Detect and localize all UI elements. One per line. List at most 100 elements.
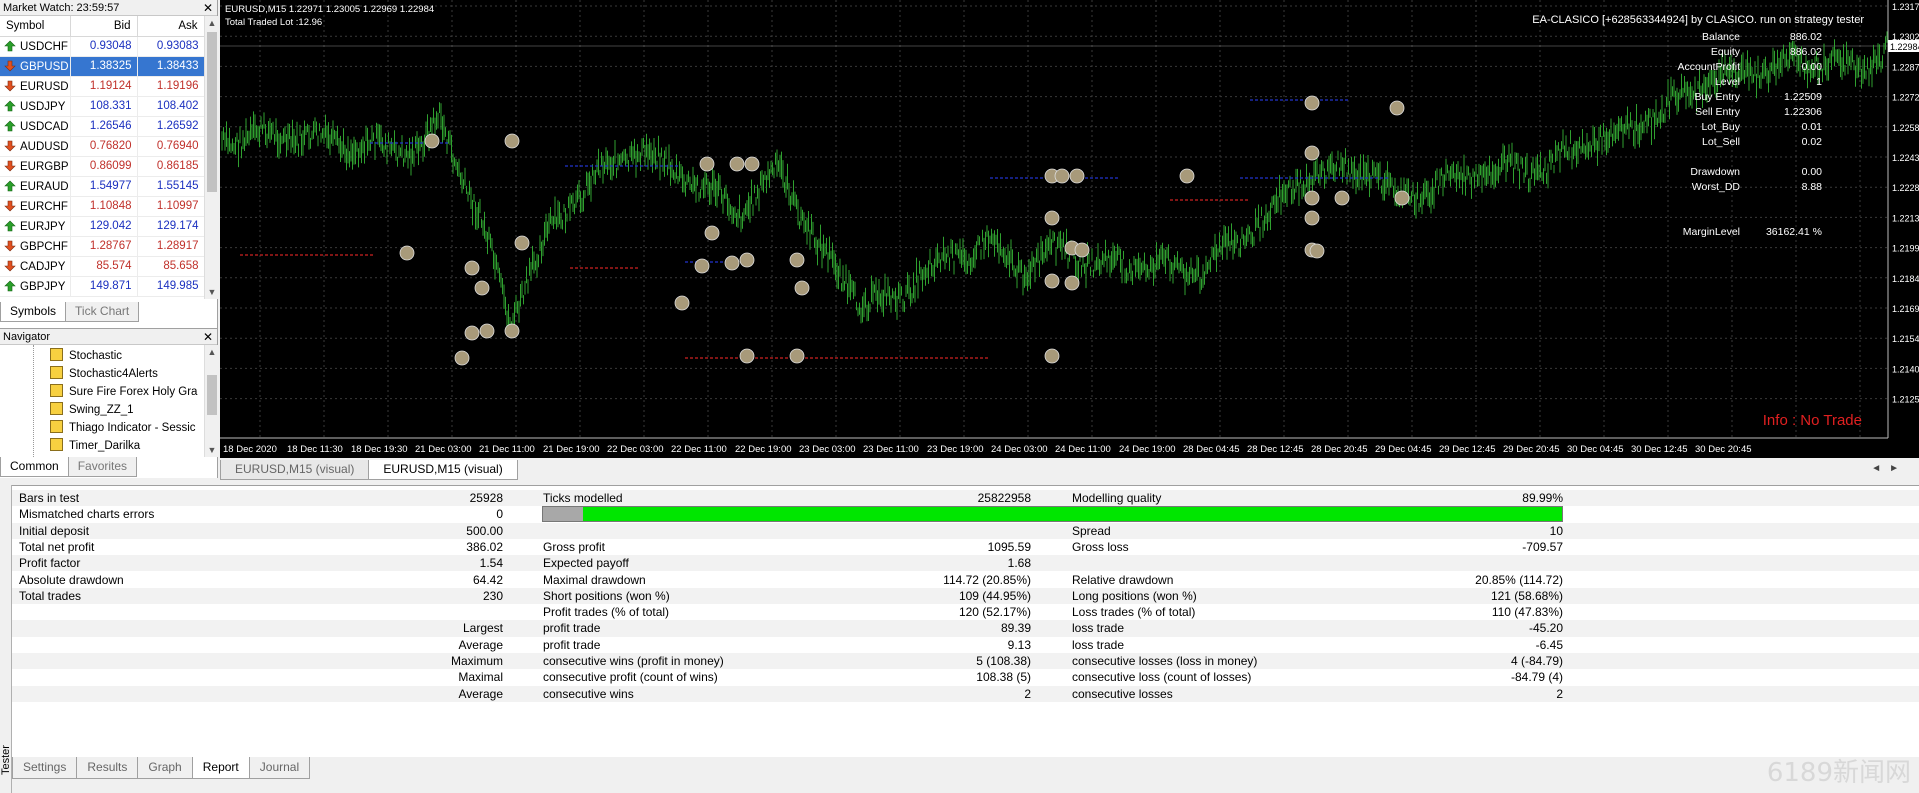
table-row[interactable]: USDCAD 1.26546 1.26592 [0, 116, 205, 137]
navigator-item[interactable]: Timer_Darilka [50, 437, 140, 455]
trade-marker-icon [1304, 95, 1320, 111]
bid-cell: 1.19124 [70, 76, 138, 97]
arrow-up-icon [4, 180, 16, 191]
symbol-cell[interactable]: EURAUD [0, 176, 71, 197]
bid-cell: 1.10848 [70, 196, 138, 217]
trade-marker-icon [1304, 145, 1320, 161]
report-cell: Gross profit [543, 539, 606, 554]
report-cell: consecutive losses [1072, 686, 1173, 701]
symbol-cell[interactable]: CADJPY [0, 256, 71, 277]
tab-settings[interactable]: Settings [12, 757, 78, 779]
info-label: AccountProfit [1678, 61, 1741, 73]
info-value: 886.02 [1790, 31, 1822, 43]
column-header-symbol[interactable]: Symbol [0, 16, 71, 37]
symbol-cell[interactable]: GBPCHF [0, 236, 71, 257]
table-row[interactable]: GBPJPY 149.871 149.985 [0, 276, 205, 297]
tab-journal[interactable]: Journal [248, 757, 311, 779]
report-row: Average consecutive wins 2 consecutive loss… [12, 685, 1919, 702]
symbol-cell[interactable]: USDJPY [0, 96, 71, 117]
navigator-item-label: Stochastic [69, 350, 123, 362]
column-header-ask[interactable]: Ask [137, 16, 205, 37]
report-cell: Total trades [19, 588, 82, 603]
table-row[interactable]: USDCHF 0.93048 0.93083 [0, 36, 205, 57]
symbol-cell[interactable]: AUDUSD [0, 136, 71, 157]
tab-graph[interactable]: Graph [137, 757, 193, 779]
scroll-up-icon[interactable]: ▲ [205, 345, 219, 359]
tab-scroll-arrows[interactable]: ◄► [1871, 463, 1907, 474]
navigator-item[interactable]: Stochastic [50, 347, 122, 365]
table-row[interactable]: AUDUSD 0.76820 0.76940 [0, 136, 205, 157]
arrow-left-icon[interactable]: ◄ [1871, 463, 1889, 474]
tab-symbols[interactable]: Symbols [0, 302, 67, 322]
symbol-cell[interactable]: EURGBP [0, 156, 71, 177]
trade-marker-icon [1389, 100, 1405, 116]
report-cell: 230 [482, 588, 503, 603]
trade-marker-icon [504, 323, 520, 339]
market-watch-scrollbar[interactable]: ▲ ▼ [204, 16, 218, 299]
scroll-down-icon[interactable]: ▼ [205, 443, 219, 457]
table-row[interactable]: GBPCHF 1.28767 1.28917 [0, 236, 205, 257]
table-row[interactable]: EURGBP 0.86099 0.86185 [0, 156, 205, 177]
tab-common[interactable]: Common [0, 457, 69, 477]
table-row[interactable]: EURJPY 129.042 129.174 [0, 216, 205, 237]
symbol-name: EURGBP [20, 160, 69, 173]
scrollbar-thumb[interactable] [207, 375, 217, 415]
tab-results[interactable]: Results [76, 757, 139, 779]
symbol-cell[interactable]: GBPUSD [0, 56, 71, 77]
trade-marker-icon [1074, 242, 1090, 258]
navigator-item[interactable]: Stochastic4Alerts [50, 365, 158, 383]
table-row[interactable]: USDJPY 108.331 108.402 [0, 96, 205, 117]
price-tick-label: 1.22725 [1892, 93, 1919, 103]
close-icon[interactable]: ✕ [203, 0, 213, 16]
navigator-item[interactable]: Swing_ZZ_1 [50, 401, 134, 419]
table-row[interactable]: CADJPY 85.574 85.658 [0, 256, 205, 277]
symbol-name: EURCHF [20, 200, 68, 213]
report-cell: Ticks modelled [543, 491, 623, 505]
symbol-cell[interactable]: GBPJPY [0, 276, 71, 297]
chart-tab-2[interactable]: EURUSD,M15 (visual) [368, 460, 518, 480]
report-cell: 1.54 [479, 556, 503, 571]
symbol-cell[interactable]: EURUSD [0, 76, 71, 97]
info-value: 8.88 [1802, 181, 1823, 193]
symbol-cell[interactable]: EURJPY [0, 216, 71, 237]
arrow-right-icon[interactable]: ► [1889, 463, 1907, 474]
symbol-cell[interactable]: USDCHF [0, 36, 71, 57]
navigator-scrollbar[interactable]: ▲ ▼ [204, 345, 218, 457]
navigator-item[interactable]: Thiago Indicator - Sessic [50, 419, 196, 437]
column-header-bid[interactable]: Bid [70, 16, 138, 37]
trade-marker-icon [739, 252, 755, 268]
trade-marker-icon [704, 225, 720, 241]
report-cell: 110 (47.83%) [1491, 605, 1563, 620]
report-cell: Average [458, 686, 503, 701]
navigator-item-label: Swing_ZZ_1 [69, 404, 134, 416]
table-row[interactable]: GBPUSD 1.38325 1.38433 [0, 56, 205, 77]
symbol-cell[interactable]: USDCAD [0, 116, 71, 137]
time-tick-label: 24 Dec 11:00 [1055, 444, 1111, 455]
report-cell: 500.00 [466, 523, 503, 538]
tab-tick-chart[interactable]: Tick Chart [65, 302, 140, 322]
symbol-name: GBPJPY [20, 280, 66, 293]
price-tick-label: 1.21840 [1892, 274, 1919, 284]
bid-cell: 0.76820 [70, 136, 138, 157]
ask-cell: 0.93083 [137, 36, 205, 57]
navigator-item[interactable]: Sure Fire Forex Holy Gra [50, 383, 197, 401]
scroll-up-icon[interactable]: ▲ [205, 16, 219, 30]
bid-cell: 1.54977 [70, 176, 138, 197]
symbol-cell[interactable]: EURCHF [0, 196, 71, 217]
scroll-down-icon[interactable]: ▼ [205, 285, 219, 299]
price-chart[interactable]: 1.231701.230201.228751.227251.225801.224… [220, 0, 1919, 458]
tab-report[interactable]: Report [191, 757, 250, 779]
chart-tab-1[interactable]: EURUSD,M15 (visual) [220, 460, 370, 480]
report-cell: Total net profit [19, 539, 95, 554]
table-row[interactable]: EURAUD 1.54977 1.55145 [0, 176, 205, 197]
table-row[interactable]: EURUSD 1.19124 1.19196 [0, 76, 205, 97]
tab-favorites[interactable]: Favorites [67, 457, 138, 477]
table-row[interactable]: EURCHF 1.10848 1.10997 [0, 196, 205, 217]
chart-total-lot: Total Traded Lot :12.96 [225, 17, 322, 28]
chart-canvas[interactable]: 1.231701.230201.228751.227251.225801.224… [220, 0, 1919, 458]
close-icon[interactable]: ✕ [203, 329, 213, 345]
scrollbar-thumb[interactable] [207, 32, 217, 192]
report-cell: 5 (108.38) [976, 654, 1031, 668]
trade-marker-icon [454, 350, 470, 366]
chart-background [220, 0, 1919, 458]
